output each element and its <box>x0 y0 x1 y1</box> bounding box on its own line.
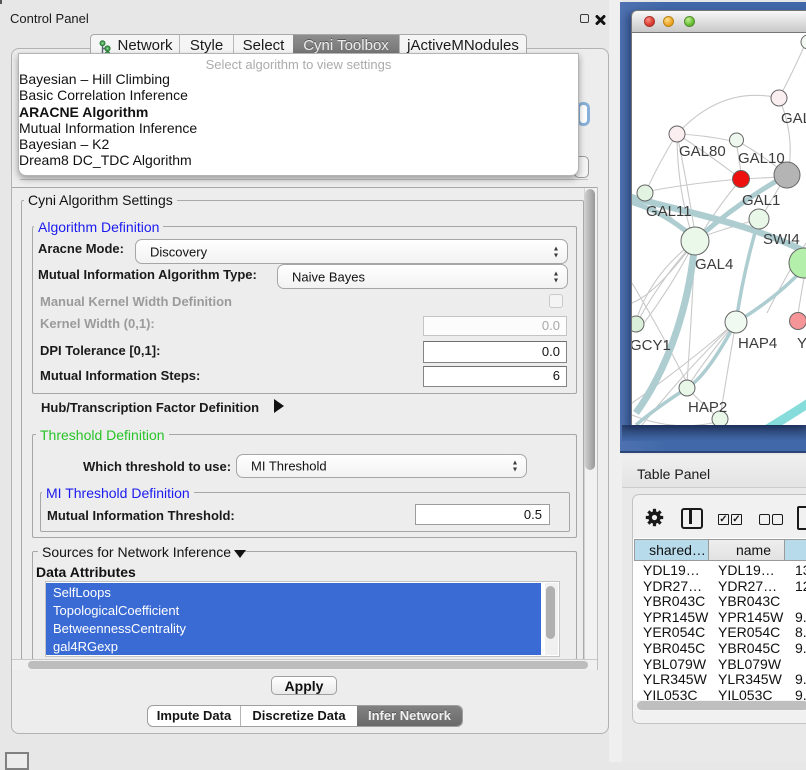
svg-text:GAL2: GAL2 <box>781 110 806 127</box>
svg-text:GAL10: GAL10 <box>738 150 785 167</box>
svg-text:HAP4: HAP4 <box>738 335 777 352</box>
svg-text:GAL4: GAL4 <box>695 256 733 273</box>
svg-text:Y: Y <box>797 335 806 352</box>
svg-text:GAL11: GAL11 <box>646 203 692 220</box>
svg-text:GAL1: GAL1 <box>742 192 780 209</box>
svg-text:HAP2: HAP2 <box>688 399 727 416</box>
svg-text:GCY1: GCY1 <box>632 337 671 354</box>
svg-text:GAL80: GAL80 <box>679 143 726 160</box>
svg-text:SWI4: SWI4 <box>763 231 800 248</box>
